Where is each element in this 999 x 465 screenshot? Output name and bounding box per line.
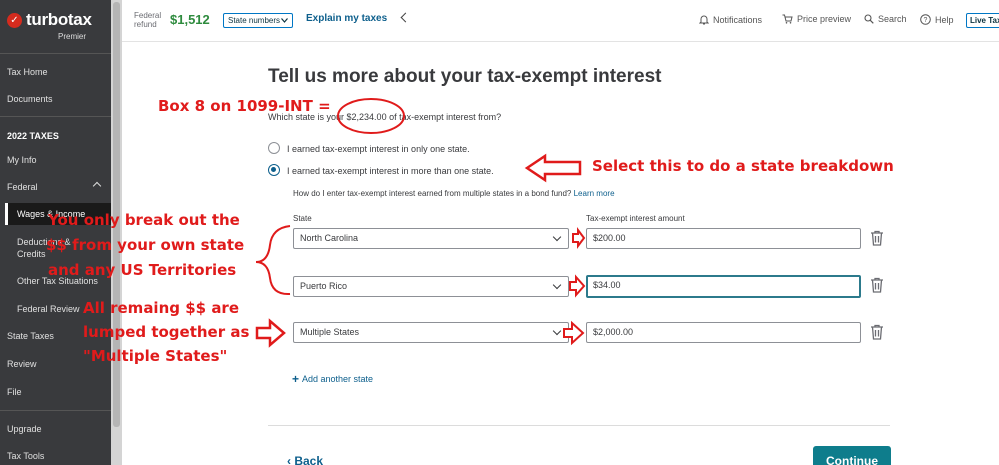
chevron-down-icon — [552, 326, 562, 336]
column-header-amount: Tax-exempt interest amount — [586, 214, 685, 223]
amount-input[interactable]: $34.00 — [586, 275, 861, 298]
help-icon: ? — [920, 14, 931, 25]
top-header: Federal refund $1,512 State numbers Expl… — [122, 0, 999, 42]
price-preview-button[interactable]: Price preview — [782, 14, 851, 24]
cart-icon — [782, 14, 793, 24]
sidebar-item-tax-tools[interactable]: Tax Tools — [7, 451, 44, 461]
continue-button[interactable]: Continue — [813, 446, 891, 465]
sidebar-item-federal-review[interactable]: Federal Review — [17, 304, 80, 314]
help-label: Help — [935, 14, 954, 25]
annotation-break-out-line3: and any US Territories — [48, 261, 237, 279]
annotation-remaining-line3: "Multiple States" — [83, 347, 228, 365]
radio-multiple-states-label[interactable]: I earned tax-exempt interest in more tha… — [287, 166, 494, 176]
svg-text:?: ? — [924, 17, 928, 24]
annotation-arrow-right — [569, 274, 586, 298]
turbotax-logo[interactable]: ✓ turbotax — [7, 10, 92, 30]
annotation-box8: Box 8 on 1099-INT = — [158, 97, 331, 115]
help-text: How do I enter tax-exempt interest earne… — [293, 189, 615, 198]
sidebar-item-documents[interactable]: Documents — [7, 94, 53, 104]
sidebar-heading-2022-taxes: 2022 TAXES — [7, 131, 59, 141]
annotation-break-out-line1: You only break out the — [48, 211, 240, 229]
sidebar-divider — [0, 116, 111, 117]
plus-icon: + — [292, 372, 300, 386]
chevron-down-icon — [552, 280, 562, 290]
sidebar: ✓ turbotax Premier Tax Home Documents 20… — [0, 0, 111, 465]
search-label: Search — [878, 14, 907, 24]
search-icon — [864, 14, 874, 24]
radio-one-state-label[interactable]: I earned tax-exempt interest in only one… — [287, 144, 470, 154]
annotation-brace — [255, 225, 291, 296]
sidebar-divider — [0, 53, 111, 54]
help-button[interactable]: ? Help — [920, 14, 954, 25]
sidebar-item-state-taxes[interactable]: State Taxes — [7, 331, 54, 341]
explain-my-taxes-link[interactable]: Explain my taxes — [306, 13, 387, 24]
price-preview-label: Price preview — [797, 14, 852, 24]
learn-more-link[interactable]: Learn more — [574, 189, 615, 198]
sidebar-item-review[interactable]: Review — [7, 359, 37, 369]
federal-refund-label: Federal refund — [134, 11, 162, 29]
chevron-left-icon[interactable] — [400, 12, 411, 23]
state-select[interactable]: North Carolina — [293, 228, 569, 249]
amount-input[interactable]: $2,000.00 — [586, 322, 861, 343]
annotation-remaining-line1: All remaing $$ are — [83, 299, 240, 317]
annotation-break-out-line2: $$ from your own state — [46, 236, 245, 254]
sidebar-item-file[interactable]: File — [7, 387, 22, 397]
radio-multiple-states[interactable] — [268, 164, 280, 176]
chevron-down-icon — [281, 18, 288, 23]
app-window: ✓ turbotax Premier Tax Home Documents 20… — [0, 0, 999, 465]
radio-one-state[interactable] — [268, 142, 280, 154]
bell-icon — [699, 15, 709, 25]
edition-label: Premier — [58, 32, 87, 41]
annotation-arrow-left — [524, 153, 582, 183]
back-button[interactable]: ‹ Back — [287, 454, 323, 465]
sidebar-item-my-info[interactable]: My Info — [7, 155, 37, 165]
page-title: Tell us more about your tax-exempt inter… — [268, 66, 662, 87]
annotation-arrow-right — [572, 227, 586, 249]
annotation-arrow-right — [255, 318, 286, 348]
checkmark-icon: ✓ — [7, 12, 22, 28]
column-header-state: State — [293, 214, 312, 223]
federal-refund-amount: $1,512 — [170, 12, 210, 27]
live-tax-button[interactable]: Live Tax — [966, 13, 999, 28]
notifications-label: Notifications — [713, 14, 763, 25]
chevron-down-icon — [552, 232, 562, 242]
trash-icon[interactable] — [870, 230, 884, 246]
brand-name: turbotax — [26, 10, 92, 29]
sidebar-item-tax-home[interactable]: Tax Home — [7, 67, 48, 77]
sidebar-divider — [0, 410, 111, 411]
trash-icon[interactable] — [870, 277, 884, 293]
trash-icon[interactable] — [870, 324, 884, 340]
annotation-select-this: Select this to do a state breakdown — [592, 157, 894, 175]
annotation-remaining-line2: lumped together as — [83, 323, 250, 341]
state-select[interactable]: Multiple States — [293, 322, 569, 343]
sidebar-item-upgrade[interactable]: Upgrade — [7, 424, 42, 434]
question-amount: $2,234.00 — [346, 112, 387, 122]
state-select[interactable]: Puerto Rico — [293, 276, 569, 297]
chevron-up-icon[interactable] — [92, 181, 102, 191]
content-divider — [268, 425, 890, 426]
amount-input[interactable]: $200.00 — [586, 228, 861, 249]
sidebar-item-credits[interactable]: Credits — [17, 249, 46, 259]
state-numbers-dropdown[interactable]: State numbers — [223, 13, 293, 28]
state-numbers-label: State numbers — [228, 16, 281, 25]
notifications-button[interactable]: Notifications — [699, 14, 762, 25]
add-another-state-link[interactable]: + Add another state — [292, 372, 373, 386]
sidebar-item-federal[interactable]: Federal — [7, 182, 38, 192]
search-button[interactable]: Search — [864, 14, 907, 24]
